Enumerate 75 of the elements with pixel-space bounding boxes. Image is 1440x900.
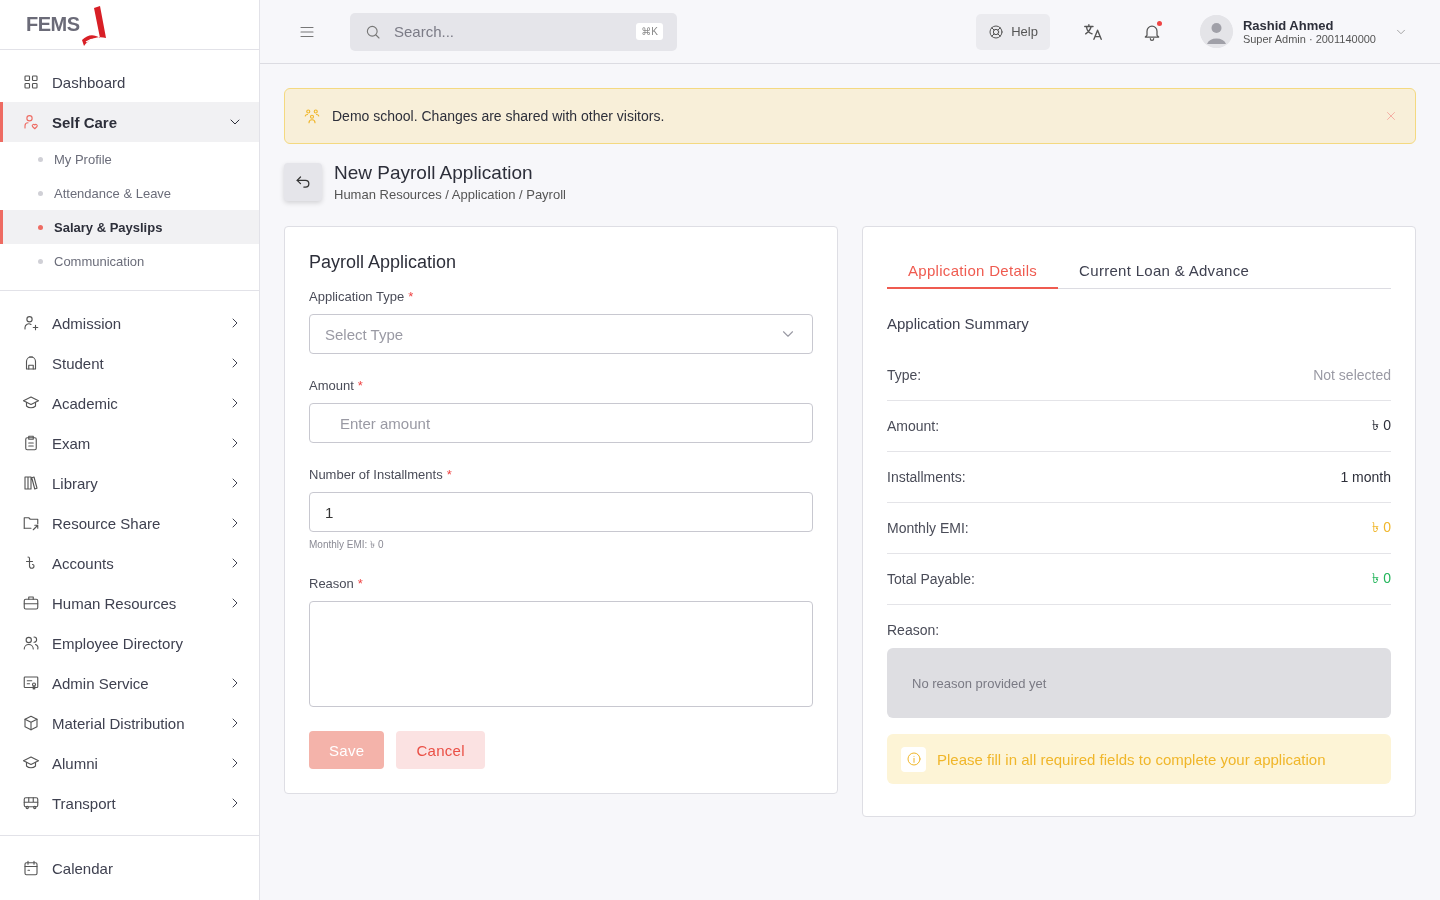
breadcrumb: Human Resources / Application / Payroll bbox=[334, 187, 566, 202]
sidebar-item[interactable]: Resource Share bbox=[0, 503, 259, 543]
field-hint: Monthly EMI: ৳ 0 bbox=[309, 538, 385, 552]
certificate-icon bbox=[22, 674, 40, 692]
field-label: Number of Installments bbox=[309, 467, 443, 482]
user-menu[interactable]: Rashid Ahmed Super Admin · 2001140000 bbox=[1199, 15, 1408, 48]
people-icon bbox=[303, 107, 321, 125]
sidebar-item[interactable]: Dashboard bbox=[0, 62, 259, 102]
banner-text: Demo school. Changes are shared with other visitors. bbox=[332, 108, 666, 124]
required-mark: * bbox=[446, 467, 452, 482]
sidebar-item[interactable]: Exam bbox=[0, 423, 259, 463]
folder-arrow-icon bbox=[22, 514, 40, 532]
form-title: Payroll Application bbox=[309, 252, 458, 273]
grid-icon bbox=[22, 73, 40, 91]
logo-text: FEMS bbox=[26, 13, 80, 36]
summary-label: Amount: bbox=[887, 418, 940, 434]
required-mark: * bbox=[408, 289, 414, 304]
search-bar[interactable]: Search... ⌘K bbox=[350, 12, 677, 51]
user-name: Rashid Ahmed bbox=[1242, 18, 1335, 33]
user-role: Super Admin · 2001140000 bbox=[1242, 33, 1376, 45]
required-mark: * bbox=[357, 378, 363, 393]
summary-label: Reason: bbox=[887, 622, 941, 638]
sidebar-item[interactable]: Self Care bbox=[0, 102, 259, 142]
book-logo-icon bbox=[79, 3, 108, 46]
back-button[interactable] bbox=[284, 163, 322, 201]
sidebar-item[interactable]: Human Resources bbox=[0, 583, 259, 623]
field-label: Amount bbox=[309, 378, 354, 393]
summary-label: Type: bbox=[887, 367, 922, 383]
summary-value: ৳ 0 bbox=[1372, 569, 1391, 588]
sidebar-item[interactable]: Library bbox=[0, 463, 259, 503]
sidebar-item[interactable]: Calendar bbox=[0, 848, 259, 888]
sidebar-item[interactable]: Academic bbox=[0, 383, 259, 423]
briefcase-icon bbox=[22, 594, 40, 612]
field-label: Application Type bbox=[309, 289, 405, 304]
sidebar-item[interactable]: Admin Service bbox=[0, 663, 259, 703]
summary-value: 1 month bbox=[1340, 469, 1391, 485]
summary-title: Application Summary bbox=[887, 315, 1030, 332]
clipboard-icon bbox=[22, 434, 40, 452]
summary-label: Monthly EMI: bbox=[887, 520, 969, 536]
field-label: Reason bbox=[309, 576, 354, 591]
people-icon bbox=[22, 634, 40, 652]
input-field[interactable]: Enter amount bbox=[309, 403, 813, 443]
summary-value: Not selected bbox=[1313, 367, 1391, 383]
calendar-icon bbox=[22, 859, 40, 877]
sidebar-item[interactable]: Alumni bbox=[0, 743, 259, 783]
summary-label: Total Payable: bbox=[887, 571, 975, 587]
sidebar-item[interactable]: Material Distribution bbox=[0, 703, 259, 743]
help-button[interactable]: Help bbox=[976, 13, 1050, 50]
input-field[interactable]: 1 bbox=[309, 492, 813, 532]
sidebar-subitem[interactable]: My Profile bbox=[0, 142, 259, 176]
reason-box: No reason provided yet bbox=[887, 648, 1391, 718]
sidebar-item[interactable]: Employee Directory bbox=[0, 623, 259, 663]
sidebar-subitem[interactable]: Salary & Payslips bbox=[0, 210, 259, 244]
close-icon bbox=[1385, 110, 1397, 122]
search-field[interactable]: Search... bbox=[392, 22, 627, 41]
sidebar-subitem[interactable]: Communication bbox=[0, 244, 259, 278]
shortcut-hint: ⌘K bbox=[636, 23, 663, 40]
sidebar-item[interactable]: Transport bbox=[0, 783, 259, 823]
person-heart-icon bbox=[22, 113, 40, 131]
tab[interactable]: Current Loan & Advance bbox=[1058, 251, 1271, 289]
page-title: New Payroll Application bbox=[334, 162, 534, 184]
notice-text: Please fill in all required fields to complete your application bbox=[937, 750, 1326, 768]
lifebuoy-icon bbox=[988, 23, 1005, 40]
sidebar-item[interactable]: Admission bbox=[0, 303, 259, 343]
books-icon bbox=[22, 474, 40, 492]
sidebar-item[interactable]: Accounts bbox=[0, 543, 259, 583]
sidebar-subitem[interactable]: Attendance & Leave bbox=[0, 176, 259, 210]
sidebar-item[interactable]: Student bbox=[0, 343, 259, 383]
summary-label: Installments: bbox=[887, 469, 966, 485]
person-plus-icon bbox=[22, 314, 40, 332]
summary-value: ৳ 0 bbox=[1372, 416, 1391, 435]
info-icon bbox=[905, 751, 922, 767]
box-icon bbox=[22, 714, 40, 732]
summary-value: ৳ 0 bbox=[1372, 518, 1391, 537]
required-mark: * bbox=[357, 576, 363, 591]
